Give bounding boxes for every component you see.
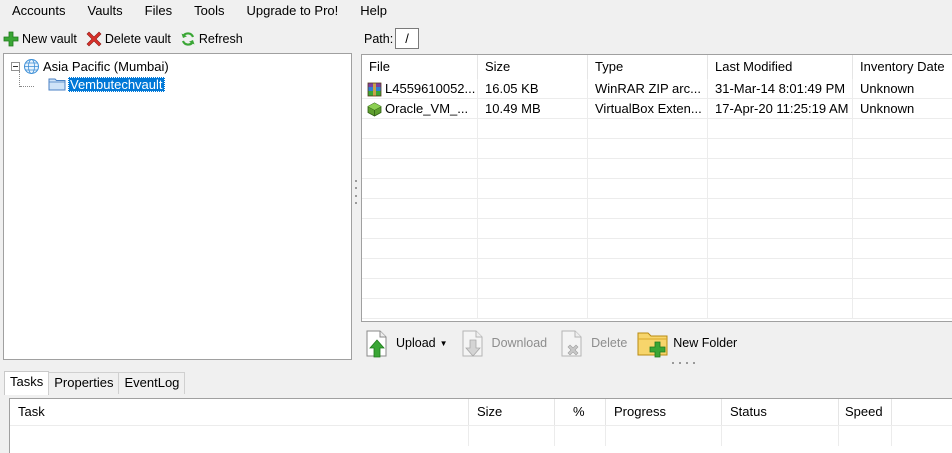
collapse-icon[interactable] <box>11 61 20 71</box>
tree-connector-horizontal <box>20 86 34 87</box>
new-vault-label: New vault <box>22 32 77 46</box>
upload-label: Upload <box>396 336 436 350</box>
column-header-progress[interactable]: Progress <box>606 399 722 425</box>
file-row[interactable]: L4559610052... 16.05 KB WinRAR ZIP arc..… <box>362 79 952 99</box>
virtualbox-extension-icon <box>367 102 382 116</box>
file-action-toolbar: Upload ▼ Download Delete New Folder <box>362 326 747 360</box>
file-type-cell: VirtualBox Exten... <box>588 99 708 119</box>
task-list[interactable]: Task Size % Progress Status Speed <box>9 398 952 453</box>
upload-icon <box>366 330 387 358</box>
tab-eventlog[interactable]: EventLog <box>118 372 186 394</box>
column-header-file[interactable]: File <box>362 55 478 79</box>
file-modified-cell: 31-Mar-14 8:01:49 PM <box>708 79 853 99</box>
download-button[interactable]: Download <box>458 328 548 358</box>
empty-row <box>362 119 952 139</box>
file-name-cell: Oracle_VM_... <box>362 99 478 119</box>
column-header-percent[interactable]: % <box>555 399 606 425</box>
path-label: Path: <box>364 32 394 46</box>
horizontal-splitter[interactable] <box>672 362 695 364</box>
menu-upgrade[interactable]: Upgrade to Pro! <box>235 0 349 22</box>
new-folder-label: New Folder <box>673 336 738 350</box>
file-name: Oracle_VM_... <box>385 101 469 116</box>
winrar-archive-icon <box>367 82 382 96</box>
empty-row <box>362 299 952 319</box>
file-name-cell: L4559610052... <box>362 79 478 99</box>
empty-row <box>10 425 952 446</box>
empty-row <box>362 139 952 159</box>
file-modified-cell: 17-Apr-20 11:25:19 AM <box>708 99 853 119</box>
empty-row <box>362 279 952 299</box>
menu-vaults[interactable]: Vaults <box>76 0 133 22</box>
file-inventory-cell: Unknown <box>853 99 952 119</box>
empty-row <box>362 199 952 219</box>
column-header-speed[interactable]: Speed <box>839 399 892 425</box>
column-header-type[interactable]: Type <box>588 55 708 79</box>
new-folder-button[interactable]: New Folder <box>637 328 737 358</box>
upload-button[interactable]: Upload ▼ <box>362 328 448 358</box>
vault-toolbar: New vault Delete vault Refresh <box>0 27 352 51</box>
column-header-task-size[interactable]: Size <box>469 399 555 425</box>
empty-row <box>362 159 952 179</box>
menu-files[interactable]: Files <box>134 0 183 22</box>
refresh-label: Refresh <box>198 32 243 46</box>
refresh-button[interactable]: Refresh <box>177 28 249 50</box>
delete-file-icon <box>561 330 582 357</box>
dropdown-arrow-icon[interactable]: ▼ <box>440 339 448 348</box>
column-header-task[interactable]: Task <box>10 399 469 425</box>
menu-accounts[interactable]: Accounts <box>0 0 76 22</box>
delete-vault-button[interactable]: Delete vault <box>83 28 177 50</box>
folder-icon <box>48 78 66 91</box>
tab-properties[interactable]: Properties <box>48 372 120 394</box>
menu-bar: Accounts Vaults Files Tools Upgrade to P… <box>0 0 952 22</box>
task-list-header: Task Size % Progress Status Speed <box>10 399 952 425</box>
tab-tasks[interactable]: Tasks <box>4 371 50 395</box>
column-header-last-modified[interactable]: Last Modified <box>708 55 853 79</box>
file-name: L4559610052... <box>385 81 476 96</box>
empty-row <box>362 179 952 199</box>
file-list[interactable]: File Size Type Last Modified Inventory D… <box>361 54 952 322</box>
download-label: Download <box>491 336 548 350</box>
file-list-header: File Size Type Last Modified Inventory D… <box>362 55 952 79</box>
file-row[interactable]: Oracle_VM_... 10.49 MB VirtualBox Exten.… <box>362 99 952 119</box>
empty-row <box>362 259 952 279</box>
path-field[interactable]: / <box>395 28 419 49</box>
file-size-cell: 10.49 MB <box>478 99 588 119</box>
menu-help[interactable]: Help <box>349 0 398 22</box>
file-size-cell: 16.05 KB <box>478 79 588 99</box>
menu-tools[interactable]: Tools <box>183 0 235 22</box>
region-label: Asia Pacific (Mumbai) <box>43 58 169 74</box>
delete-button[interactable]: Delete <box>557 328 627 358</box>
tree-node-vault[interactable]: Vembutechvault <box>48 75 165 93</box>
vault-tree[interactable]: Asia Pacific (Mumbai) Vembutechvault <box>3 53 352 360</box>
new-folder-icon <box>637 332 668 358</box>
column-header-status[interactable]: Status <box>722 399 839 425</box>
empty-row <box>362 239 952 259</box>
globe-icon <box>24 58 39 74</box>
refresh-icon <box>181 32 195 46</box>
delete-vault-label: Delete vault <box>104 32 171 46</box>
download-icon <box>462 330 483 357</box>
column-header-size[interactable]: Size <box>478 55 588 79</box>
plus-icon <box>3 31 19 47</box>
file-type-cell: WinRAR ZIP arc... <box>588 79 708 99</box>
delete-label: Delete <box>591 336 628 350</box>
bottom-tabs: Tasks Properties EventLog <box>4 371 186 395</box>
file-inventory-cell: Unknown <box>853 79 952 99</box>
column-header-inventory-date[interactable]: Inventory Date <box>853 55 952 79</box>
vertical-splitter[interactable] <box>354 180 357 204</box>
tree-node-region[interactable]: Asia Pacific (Mumbai) <box>11 57 169 75</box>
red-x-icon <box>86 31 102 47</box>
new-vault-button[interactable]: New vault <box>0 28 83 50</box>
vault-label: Vembutechvault <box>68 76 165 92</box>
empty-row <box>362 219 952 239</box>
